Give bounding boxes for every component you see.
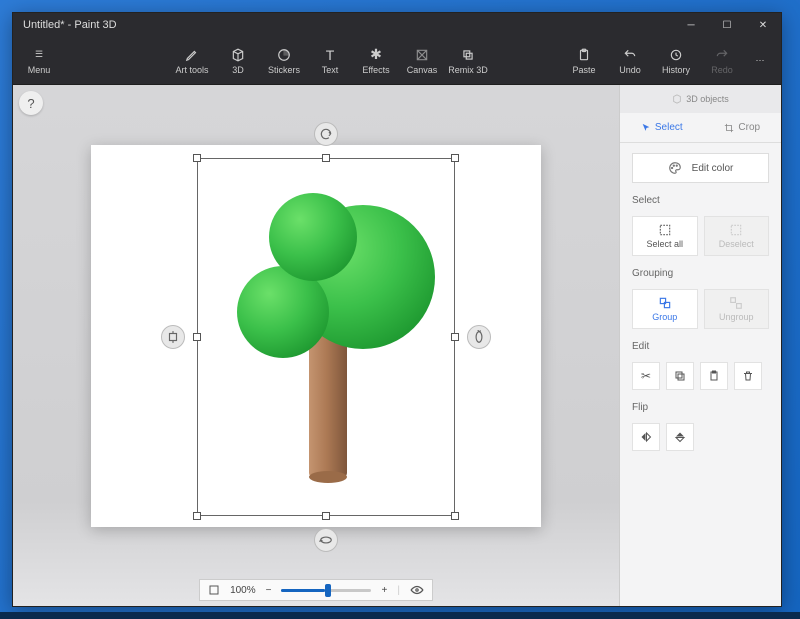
resize-handle-se[interactable]	[451, 512, 459, 520]
resize-handle-s[interactable]	[322, 512, 330, 520]
canvas-viewport[interactable]: ?	[13, 85, 619, 606]
undo-button[interactable]: Undo	[607, 38, 653, 84]
flip-vertical-button[interactable]	[666, 423, 694, 451]
sticker-icon	[276, 47, 292, 63]
flip-v-icon	[674, 431, 686, 443]
rotate-y-handle[interactable]	[467, 325, 491, 349]
view-mode-button[interactable]	[410, 584, 424, 596]
group-icon	[658, 296, 672, 310]
resize-handle-w[interactable]	[193, 333, 201, 341]
section-flip-label: Flip	[632, 402, 769, 413]
delete-button[interactable]	[734, 362, 762, 390]
rotate-x-handle[interactable]	[314, 528, 338, 552]
subtab-select[interactable]: Select	[641, 122, 683, 133]
subtab-crop[interactable]: Crop	[724, 122, 760, 133]
side-panel-header: 3D objects	[620, 85, 781, 113]
history-icon	[668, 47, 684, 63]
canvas-icon	[414, 47, 430, 63]
window-title: Untitled* - Paint 3D	[23, 19, 117, 31]
paste-icon	[576, 47, 592, 63]
palette-icon	[668, 161, 682, 175]
paste-icon	[708, 370, 720, 382]
section-select-label: Select	[632, 195, 769, 206]
top-toolbar: ☰ Menu Art tools 3D Stickers	[13, 37, 781, 85]
select-all-icon	[658, 223, 672, 237]
stickers-button[interactable]: Stickers	[261, 38, 307, 84]
text-icon: T	[322, 47, 338, 63]
zoom-in-button[interactable]: +	[381, 585, 387, 596]
paint3d-window: Untitled* - Paint 3D ─ ☐ ✕ ☰ Menu Art to…	[12, 12, 782, 607]
zoom-control: 100% − + |	[199, 579, 433, 601]
panel-tab-3d[interactable]: 3D objects	[620, 85, 781, 113]
more-icon: ⋯	[752, 53, 768, 69]
selection-bounding-box[interactable]	[197, 158, 455, 516]
side-panel: 3D objects Select Crop	[619, 85, 781, 606]
group-button[interactable]: Group	[632, 289, 698, 329]
zoom-out-button[interactable]: −	[266, 585, 272, 596]
crop-icon	[724, 123, 734, 133]
edit-color-button[interactable]: Edit color	[632, 153, 769, 183]
trash-icon	[742, 370, 754, 382]
art-tools-button[interactable]: Art tools	[169, 38, 215, 84]
flip-h-icon	[640, 431, 652, 443]
more-button[interactable]: ⋯	[745, 38, 775, 84]
cursor-icon	[641, 123, 651, 133]
fit-screen-icon[interactable]	[208, 584, 220, 596]
brush-icon	[184, 47, 200, 63]
cut-button[interactable]: ✂	[632, 362, 660, 390]
panel-subtabs: Select Crop	[620, 113, 781, 143]
resize-handle-ne[interactable]	[451, 154, 459, 162]
close-button[interactable]: ✕	[745, 13, 781, 37]
title-bar[interactable]: Untitled* - Paint 3D ─ ☐ ✕	[13, 13, 781, 37]
paste-button[interactable]: Paste	[561, 38, 607, 84]
help-button[interactable]: ?	[19, 91, 43, 115]
section-edit-label: Edit	[632, 341, 769, 352]
effects-button[interactable]: ✱ Effects	[353, 38, 399, 84]
remix3d-button[interactable]: Remix 3D	[445, 38, 491, 84]
copy-button[interactable]	[666, 362, 694, 390]
flip-horizontal-button[interactable]	[632, 423, 660, 451]
section-grouping-label: Grouping	[632, 268, 769, 279]
undo-icon	[622, 47, 638, 63]
panel-body: Edit color Select Select all	[620, 143, 781, 461]
text-button[interactable]: T Text	[307, 38, 353, 84]
cube-icon	[230, 47, 246, 63]
paste-panel-button[interactable]	[700, 362, 728, 390]
resize-handle-nw[interactable]	[193, 154, 201, 162]
z-move-handle[interactable]	[161, 325, 185, 349]
zoom-value: 100%	[230, 585, 256, 596]
effects-icon: ✱	[368, 47, 384, 63]
canvas-button[interactable]: Canvas	[399, 38, 445, 84]
redo-button[interactable]: Redo	[699, 38, 745, 84]
redo-icon	[714, 47, 730, 63]
3d-button[interactable]: 3D	[215, 38, 261, 84]
maximize-button[interactable]: ☐	[709, 13, 745, 37]
remix-icon	[460, 47, 476, 63]
cube-icon	[672, 94, 682, 104]
select-all-button[interactable]: Select all	[632, 216, 698, 256]
zoom-slider[interactable]	[281, 589, 371, 592]
rotate-z-handle[interactable]	[314, 122, 338, 146]
copy-icon	[674, 370, 686, 382]
status-bar: 100% − + |	[13, 574, 619, 606]
selection-rect	[197, 158, 455, 516]
deselect-icon	[729, 223, 743, 237]
resize-handle-n[interactable]	[322, 154, 330, 162]
resize-handle-e[interactable]	[451, 333, 459, 341]
history-button[interactable]: History	[653, 38, 699, 84]
ungroup-icon	[729, 296, 743, 310]
menu-button[interactable]: ☰ Menu	[19, 38, 59, 84]
deselect-button[interactable]: Deselect	[704, 216, 770, 256]
cut-icon: ✂	[641, 369, 651, 383]
minimize-button[interactable]: ─	[673, 13, 709, 37]
ungroup-button[interactable]: Ungroup	[704, 289, 770, 329]
workspace: ?	[13, 85, 781, 606]
desktop: Untitled* - Paint 3D ─ ☐ ✕ ☰ Menu Art to…	[0, 0, 800, 619]
hamburger-icon: ☰	[31, 47, 47, 63]
resize-handle-sw[interactable]	[193, 512, 201, 520]
windows-taskbar[interactable]	[0, 612, 800, 619]
